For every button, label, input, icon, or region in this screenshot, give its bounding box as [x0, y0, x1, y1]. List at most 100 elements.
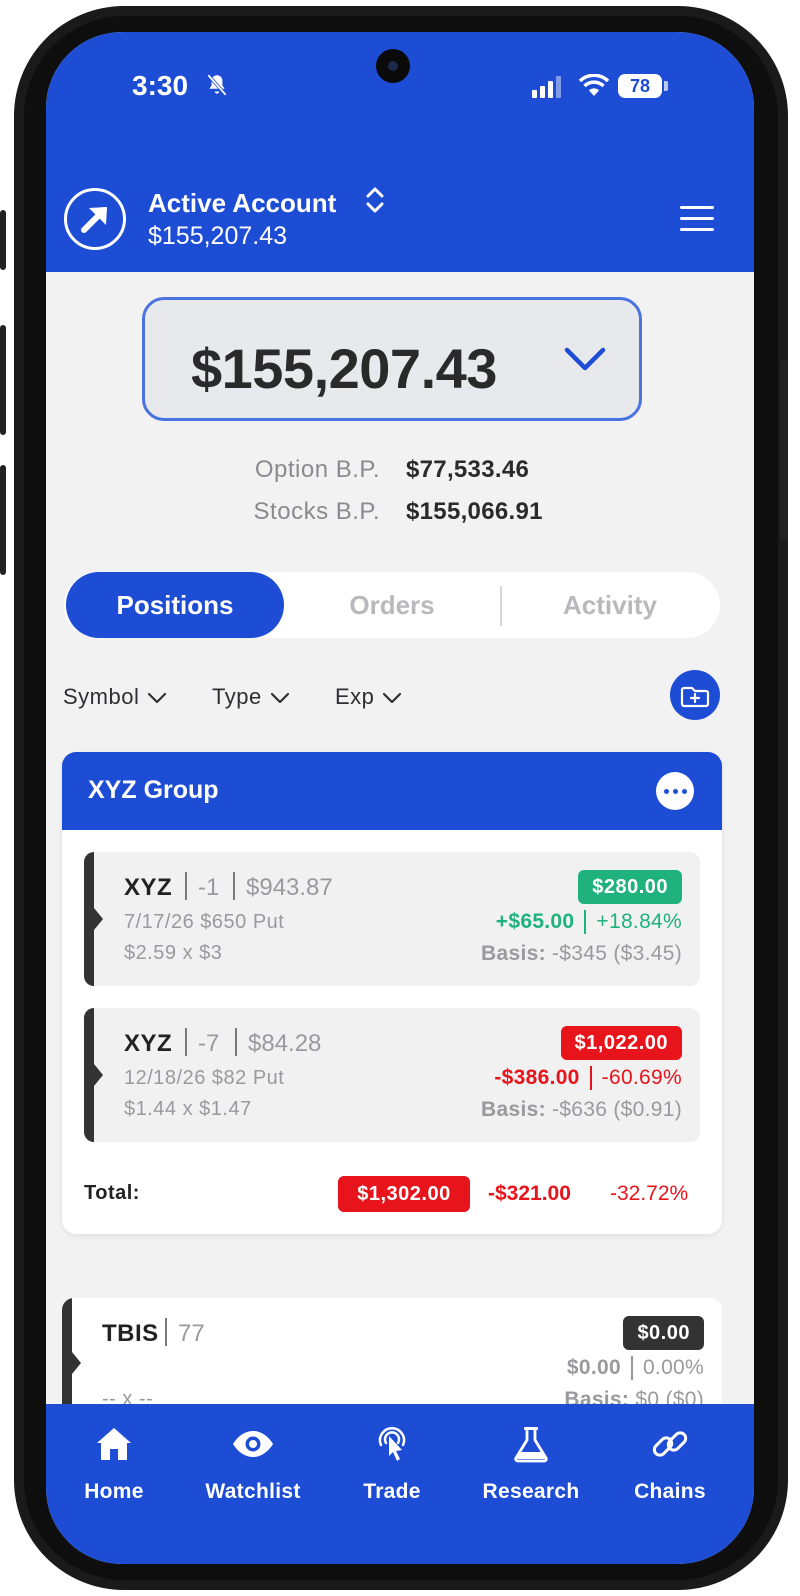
- nav-trade-label: Trade: [363, 1480, 421, 1503]
- total-value-badge: $1,302.00: [338, 1176, 470, 1212]
- pl-amount: -$386.00: [494, 1066, 580, 1089]
- total-label: Total:: [84, 1182, 140, 1204]
- filter-exp[interactable]: Exp: [335, 684, 402, 710]
- separator: [185, 872, 187, 900]
- position-value-badge: $1,022.00: [560, 1026, 682, 1060]
- position-pl: +$65.00 +18.84%: [495, 910, 682, 935]
- position-bid-ask: $2.59 x $3: [124, 942, 223, 964]
- position-qty: -7: [198, 1030, 220, 1057]
- side-button: [0, 210, 6, 270]
- wifi-icon: [578, 74, 610, 96]
- nav-research-label: Research: [482, 1480, 580, 1503]
- basis-value: -$636 ($0.91): [552, 1098, 682, 1121]
- account-switch-icon[interactable]: [364, 184, 386, 216]
- nav-home-label: Home: [84, 1480, 144, 1503]
- signal-icon: [532, 76, 561, 98]
- pl-amount: $0.00: [566, 1356, 621, 1379]
- position-row[interactable]: XYZ -7 $84.28 12/18/26 $82 Put $1.44 x $…: [84, 1008, 700, 1142]
- position-value-badge: $0.00: [623, 1316, 704, 1350]
- position-indicator-bar: [84, 852, 94, 986]
- filter-symbol[interactable]: Symbol: [63, 684, 167, 710]
- position-symbol: XYZ: [124, 874, 173, 901]
- separator: [584, 910, 587, 935]
- eye-icon: [188, 1422, 318, 1466]
- filter-type-label: Type: [212, 684, 262, 709]
- group-header[interactable]: XYZ Group: [62, 752, 722, 830]
- side-button: [0, 325, 6, 435]
- power-button: [780, 360, 788, 540]
- position-contract: 7/17/26 $650 Put: [124, 911, 285, 933]
- app-header: 3:30 78 Active Account $155,207.43: [46, 32, 754, 272]
- add-group-button[interactable]: [670, 670, 720, 720]
- option-bp-value: $77,533.46: [406, 456, 530, 483]
- nav-chains[interactable]: Chains: [605, 1422, 735, 1504]
- nav-watchlist-label: Watchlist: [205, 1480, 301, 1503]
- position-pl: $0.00 0.00%: [566, 1356, 704, 1381]
- account-logo-icon[interactable]: [64, 188, 126, 250]
- side-button: [0, 465, 6, 575]
- account-value: $155,207.43: [148, 222, 288, 250]
- nav-chains-label: Chains: [634, 1480, 706, 1503]
- front-camera: [376, 49, 410, 83]
- position-basis: Basis: -$636 ($0.91): [481, 1098, 682, 1122]
- link-icon: [605, 1422, 735, 1466]
- chevron-down-icon: [383, 693, 402, 704]
- folder-plus-icon: [680, 686, 710, 708]
- stocks-bp-label: Stocks B.P.: [253, 498, 380, 525]
- nav-research[interactable]: Research: [466, 1422, 596, 1504]
- hamburger-menu-icon[interactable]: [680, 206, 714, 232]
- group-title: XYZ Group: [88, 776, 219, 804]
- tab-activity[interactable]: Activity: [502, 572, 718, 638]
- stocks-bp-value: $155,066.91: [406, 498, 543, 525]
- option-bp-label: Option B.P.: [254, 456, 380, 483]
- separator: [235, 1028, 237, 1056]
- position-bid-ask: $1.44 x $1.47: [124, 1098, 252, 1120]
- total-pl-percent: -32.72%: [610, 1182, 689, 1205]
- separator: [630, 1356, 633, 1381]
- position-indicator-notch: [94, 908, 103, 930]
- battery-tip: [664, 81, 668, 91]
- pl-percent: +18.84%: [596, 910, 682, 933]
- position-group-card: XYZ Group XYZ -1 $943.87 7/17/26 $650 Pu…: [62, 752, 722, 1234]
- position-basis: Basis: -$345 ($3.45): [481, 942, 682, 966]
- battery-level: 78: [618, 74, 662, 98]
- basis-value: -$345 ($3.45): [552, 942, 682, 965]
- position-indicator-notch: [94, 1064, 103, 1086]
- app-screen: 3:30 78 Active Account $155,207.43 $155,…: [46, 32, 754, 1564]
- flask-icon: [466, 1422, 596, 1466]
- status-time: 3:30: [132, 70, 189, 101]
- position-price: $84.28: [248, 1030, 322, 1057]
- balance-selector[interactable]: $155,207.43: [142, 297, 642, 421]
- tap-icon: [327, 1422, 457, 1466]
- chevron-down-icon: [564, 347, 606, 371]
- nav-watchlist[interactable]: Watchlist: [188, 1422, 318, 1504]
- pl-amount: +$65.00: [495, 910, 575, 933]
- separator: [165, 1318, 167, 1346]
- filter-symbol-label: Symbol: [63, 684, 140, 709]
- nav-home[interactable]: Home: [49, 1422, 179, 1504]
- account-title[interactable]: Active Account: [148, 188, 336, 219]
- home-icon: [49, 1422, 179, 1466]
- position-qty: -1: [198, 874, 220, 901]
- tab-orders[interactable]: Orders: [284, 572, 500, 638]
- basis-label: Basis:: [481, 942, 546, 965]
- position-row[interactable]: XYZ -1 $943.87 7/17/26 $650 Put $2.59 x …: [84, 852, 700, 986]
- position-indicator-bar: [84, 1008, 94, 1142]
- separator: [185, 1028, 187, 1056]
- position-qty: 77: [178, 1320, 205, 1347]
- position-price: $943.87: [246, 874, 333, 901]
- position-pl: -$386.00 -60.69%: [494, 1066, 682, 1091]
- position-symbol: TBIS: [102, 1320, 159, 1347]
- position-contract: 12/18/26 $82 Put: [124, 1067, 285, 1089]
- tab-bar: Positions Orders Activity: [64, 572, 720, 638]
- more-options-icon[interactable]: [656, 772, 694, 810]
- pl-percent: -60.69%: [601, 1066, 682, 1089]
- nav-trade[interactable]: Trade: [327, 1422, 457, 1504]
- basis-label: Basis:: [481, 1098, 546, 1121]
- position-symbol: XYZ: [124, 1030, 173, 1057]
- position-indicator-notch: [72, 1352, 81, 1374]
- chevron-down-icon: [148, 693, 167, 704]
- filter-type[interactable]: Type: [212, 684, 290, 710]
- tab-positions[interactable]: Positions: [66, 572, 284, 638]
- bell-muted-icon: [207, 74, 227, 96]
